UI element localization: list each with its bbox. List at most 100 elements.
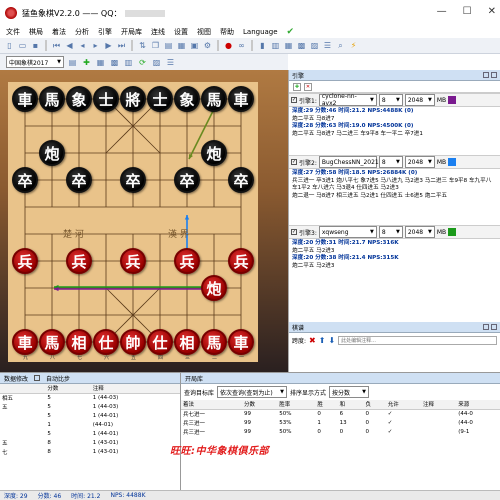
red-piece[interactable]: 車 [12,329,38,355]
paste-icon[interactable]: ▤ [163,40,174,51]
red-piece[interactable]: 兵 [174,248,200,274]
prev-move-icon[interactable]: ◂ [77,40,88,51]
table-row[interactable]: 1 (44-01) [0,420,180,429]
red-piece[interactable]: 帥 [120,329,146,355]
red-piece[interactable]: 炮 [201,275,227,301]
menu-connect[interactable]: 连线 [151,27,165,37]
red-piece[interactable]: 仕 [147,329,173,355]
edit-board-icon[interactable]: ▦ [176,40,187,51]
engine-depth-select[interactable]: 8 ▼ [378,94,403,106]
auto-compare-checkbox[interactable] [34,375,41,381]
prev-fast-icon[interactable]: ◀ [64,40,75,51]
engine-name-select[interactable]: xqwseng ▼ [318,226,377,238]
close-panel-icon[interactable] [491,324,497,330]
column-header[interactable]: 分数 [242,400,278,410]
black-piece[interactable]: 卒 [12,167,38,193]
column-header[interactable]: 胜 [315,400,338,410]
menu-settings[interactable]: 设置 [174,27,188,37]
red-piece[interactable]: 兵 [12,248,38,274]
red-piece[interactable]: 相 [66,329,92,355]
menu-view[interactable]: 视图 [197,27,211,37]
xiangqi-board[interactable]: 楚 河 漢 界 車馬象士將士象馬車炮炮卒卒卒卒卒兵兵兵兵兵炮車馬相仕帥仕相馬車九… [8,82,258,362]
column-header[interactable]: 和 [337,400,364,410]
engine-enable-checkbox[interactable]: ✓ [291,97,297,103]
arrow-down-icon[interactable]: ⬇ [328,336,335,345]
list-view-icon[interactable]: ☰ [165,57,176,68]
menu-help[interactable]: 帮助 [220,27,234,37]
flip-board-icon[interactable]: ⇅ [137,40,148,51]
engine-depth-select[interactable]: 8 ▼ [378,226,403,238]
black-piece[interactable]: 卒 [174,167,200,193]
last-move-icon[interactable]: ⏭ [116,40,127,51]
menu-language[interactable]: Language [243,28,278,36]
table-row[interactable]: 5 1 (44-01) [0,429,180,438]
filter-icon[interactable]: ▥ [123,57,134,68]
red-piece[interactable]: 兵 [66,248,92,274]
column-header[interactable]: 负 [363,400,386,410]
first-move-icon[interactable]: ⏮ [51,40,62,51]
red-piece[interactable]: 馬 [201,329,227,355]
sort-select[interactable]: 按分数 ▼ [329,386,370,398]
search-icon[interactable]: ⌕ [335,40,346,51]
stats-icon[interactable]: ▨ [151,57,162,68]
red-piece[interactable]: 仕 [93,329,119,355]
delete-icon[interactable]: ✖ [309,336,316,345]
arrow-up-icon[interactable]: ⬆ [319,336,326,345]
red-piece[interactable]: 車 [228,329,254,355]
red-piece[interactable]: 馬 [39,329,65,355]
black-piece[interactable]: 象 [66,86,92,112]
lightning-icon[interactable]: ⚡ [348,40,359,51]
column-header[interactable]: 着法 [181,400,243,410]
menu-file[interactable]: 文件 [6,27,20,37]
restore-icon[interactable] [483,72,489,78]
table-row[interactable]: 五 8 1 (43-01) [0,438,180,447]
layout-icon[interactable]: ▥ [270,40,281,51]
table-row[interactable]: 七 8 1 (43-01) [0,447,180,456]
engine-name-select[interactable]: cyclone-nn-avx2 ▼ [318,93,377,107]
black-piece[interactable]: 士 [147,86,173,112]
black-piece[interactable]: 士 [93,86,119,112]
black-piece[interactable]: 卒 [228,167,254,193]
settings-icon[interactable]: ⚙ [202,40,213,51]
restore-icon[interactable] [483,324,489,330]
engine-color-swatch[interactable] [448,158,457,166]
engine-color-swatch[interactable] [448,228,457,236]
copy-icon[interactable]: ❐ [150,40,161,51]
menu-analysis[interactable]: 分析 [75,27,89,37]
next-move-icon[interactable]: ▸ [90,40,101,51]
menu-engine[interactable]: 引擎 [98,27,112,37]
close-panel-icon[interactable] [491,72,497,78]
maximize-button[interactable]: ☐ [463,6,472,17]
menu-game[interactable]: 棋局 [29,27,43,37]
add-engine-icon[interactable]: ✚ [293,82,301,91]
red-piece[interactable]: 兵 [120,248,146,274]
open-folder-icon[interactable]: ▭ [17,40,28,51]
black-piece[interactable]: 象 [174,86,200,112]
new-file-icon[interactable]: ▯ [4,40,15,51]
menu-moves[interactable]: 着法 [52,27,66,37]
table-icon[interactable]: ▩ [296,40,307,51]
column-header[interactable]: 注释 [420,400,457,410]
grid-icon[interactable]: ▦ [283,40,294,51]
grid-view-icon[interactable]: ▦ [95,57,106,68]
column-header[interactable]: 胜率 [277,400,316,410]
image-icon[interactable]: ▣ [189,40,200,51]
minimize-button[interactable]: — [437,6,447,17]
table-row[interactable]: 兵七进一 99 50% 0 6 0 ✓ (44-0 [181,409,500,418]
next-fast-icon[interactable]: ▶ [103,40,114,51]
black-piece[interactable]: 炮 [201,140,227,166]
menu-opening-book[interactable]: 开局库 [121,27,142,37]
save-icon[interactable]: ▪ [30,40,41,51]
book-icon[interactable]: ▤ [67,57,78,68]
table-row[interactable]: 兵三进一 99 50% 0 0 0 ✓ (9-1 [181,427,500,436]
comment-input[interactable] [338,336,497,345]
list-icon[interactable]: ☰ [322,40,333,51]
table-row[interactable]: 相五 5 1 (44-03) [0,393,180,402]
engine-color-swatch[interactable] [448,96,457,104]
black-piece[interactable]: 車 [228,86,254,112]
link-icon[interactable]: ∞ [236,40,247,51]
engine-hash-select[interactable]: 2048 ▼ [404,156,435,168]
engine-depth-select[interactable]: 8 ▼ [378,156,403,168]
engine-enable-checkbox[interactable]: ✓ [291,159,297,165]
add-icon[interactable]: ✚ [81,57,92,68]
